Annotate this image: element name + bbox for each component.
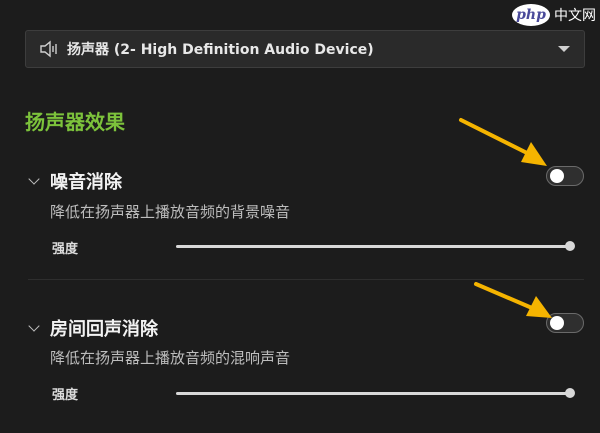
- expand-chevron-icon[interactable]: [28, 173, 40, 185]
- feature-title: 噪音消除: [50, 172, 122, 193]
- strength-label: 强度: [52, 242, 79, 257]
- device-label: 扬声器 (2- High Definition Audio Device): [67, 42, 374, 58]
- slider-thumb[interactable]: [565, 388, 575, 398]
- annotation-arrow-2: [474, 282, 552, 318]
- feature-description: 降低在扬声器上播放音频的混响声音: [50, 349, 291, 367]
- feature-title: 房间回声消除: [50, 319, 158, 340]
- feature-header-noise-suppression[interactable]: 噪音消除: [28, 168, 122, 194]
- strength-label: 强度: [52, 388, 79, 403]
- expand-chevron-icon[interactable]: [28, 320, 40, 332]
- chevron-down-icon[interactable]: [558, 46, 570, 52]
- watermark-logo: php: [512, 4, 550, 26]
- slider-thumb[interactable]: [565, 241, 575, 251]
- device-dropdown[interactable]: 扬声器 (2- High Definition Audio Device): [25, 30, 585, 68]
- watermark: php 中文网: [512, 4, 596, 26]
- feature-description: 降低在扬声器上播放音频的背景噪音: [50, 203, 291, 221]
- section-title: 扬声器效果: [25, 110, 125, 134]
- noise-strength-slider[interactable]: [176, 241, 575, 251]
- watermark-text: 中文网: [554, 8, 596, 24]
- annotation-arrow-1: [459, 118, 547, 166]
- feature-header-echo-cancellation[interactable]: 房间回声消除: [28, 315, 158, 341]
- echo-strength-slider[interactable]: [176, 388, 575, 398]
- speaker-icon: [39, 39, 59, 59]
